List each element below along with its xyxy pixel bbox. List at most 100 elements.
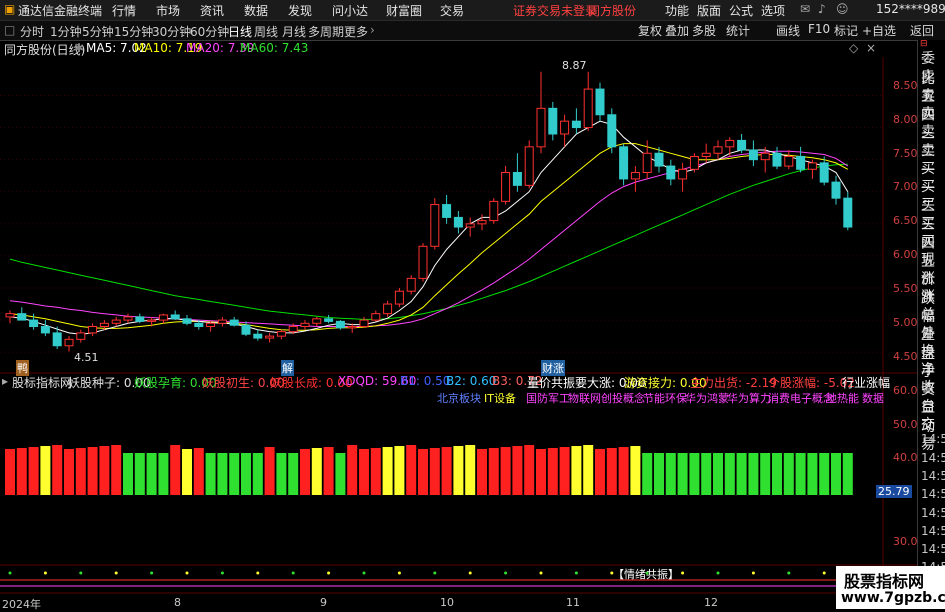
menu-xuanxiang[interactable]: 选项 <box>761 2 785 19</box>
diamond-icon[interactable]: ◇ <box>849 41 858 55</box>
concept-tag[interactable]: 创投概念 <box>601 390 645 406</box>
settings-icon[interactable]: ✱ <box>74 41 84 55</box>
multi-stock-button[interactable]: 多股 <box>690 22 718 39</box>
candle-up <box>807 162 817 170</box>
signal-bar <box>40 446 51 495</box>
quote-panel-label[interactable]: 14:56 <box>921 506 945 520</box>
overlay-button[interactable]: 叠加 <box>663 22 691 39</box>
signal-bar <box>134 453 145 495</box>
candle-down <box>182 318 192 324</box>
ind-item-dump: 主力出货: -2.19 <box>690 376 777 390</box>
tab-5min[interactable]: 5分钟 <box>82 23 114 40</box>
quote-panel-label[interactable]: 14:56 <box>921 487 945 501</box>
tab-fenshi[interactable]: 分时 <box>20 23 44 40</box>
ind-item-b2: B2: 0.60 <box>446 374 497 388</box>
menu-gongneng[interactable]: 功能 <box>665 2 689 19</box>
indicator-menu-icon[interactable]: ▸ <box>2 374 8 388</box>
signal-bar <box>158 453 169 495</box>
stats-button[interactable]: 统计 <box>724 22 752 39</box>
chevron-right-icon[interactable]: › <box>370 23 375 37</box>
candle-down <box>737 139 747 151</box>
candle-up <box>158 314 168 321</box>
tab-monthly[interactable]: 月线 <box>282 23 306 40</box>
concept-tag[interactable]: 消费电子概念 <box>768 390 834 406</box>
menu-wenxiaoda[interactable]: 问小达 <box>332 2 368 19</box>
back-button[interactable]: 返回 <box>908 22 936 39</box>
user-account[interactable]: 152****9892 <box>876 2 945 16</box>
candle-up <box>123 316 133 321</box>
add-watchlist-button[interactable]: +自选 <box>860 22 898 39</box>
candle-up <box>725 139 735 148</box>
candle-down <box>29 319 39 328</box>
signal-bar <box>170 445 181 495</box>
emotion-dot <box>114 571 118 575</box>
signal-bar <box>547 448 558 495</box>
quote-panel-label[interactable]: 14:56 <box>921 451 945 465</box>
bell-icon[interactable]: ♪ <box>818 2 826 16</box>
signal-bar <box>654 453 664 495</box>
ma60-value: MA60: 7.43 <box>240 41 309 55</box>
signal-bar <box>795 453 806 495</box>
signal-bar <box>252 453 263 495</box>
menu-gongshi[interactable]: 公式 <box>729 2 753 19</box>
quote-panel-label[interactable]: 14:56 <box>921 524 945 538</box>
period-toolbar: □ 分时 1分钟 5分钟 15分钟 30分钟 60分钟 日线 周线 月线 多周期… <box>0 21 945 41</box>
quote-panel-label[interactable]: 14:56 <box>921 469 945 483</box>
candle-down <box>453 216 463 228</box>
concept-tag[interactable]: 地热能 <box>826 390 859 406</box>
tab-more[interactable]: 更多 <box>344 23 368 40</box>
draw-line-button[interactable]: 画线 <box>774 22 802 39</box>
emotion-dot <box>150 571 154 575</box>
candle-down <box>52 332 62 347</box>
watermark-title: 股票指标网 <box>844 572 925 591</box>
quote-panel-label[interactable]: 14:56 <box>921 432 945 446</box>
kline-chart[interactable] <box>0 40 917 609</box>
concept-tag[interactable]: 物联网 <box>568 390 601 406</box>
concept-tag[interactable]: 华为算力 <box>727 390 771 406</box>
quote-panel-label[interactable]: 14:56 <box>921 542 945 556</box>
signal-bar <box>595 449 605 495</box>
tab-15min[interactable]: 15分钟 <box>114 23 153 40</box>
menu-jiaoyi[interactable]: 交易 <box>440 2 464 19</box>
tab-60min[interactable]: 60分钟 <box>190 23 229 40</box>
concept-tag[interactable]: 国防军工 <box>526 390 570 406</box>
menu-shuju[interactable]: 数据 <box>244 2 268 19</box>
emotion-dot <box>362 571 366 575</box>
candle-down <box>843 197 853 228</box>
emotion-dot <box>716 571 720 575</box>
indicator-header: ▸ 股标指标网 妖股种子: 0.00 妖股孕育: 0.00 妖股初生: 0.00… <box>0 374 890 391</box>
menu-caifuquan[interactable]: 财富圈 <box>386 2 422 19</box>
candle-up <box>477 220 487 225</box>
concept-tag[interactable]: 节能环保 <box>643 390 687 406</box>
login-notice[interactable]: 证券交易未登录 <box>513 2 597 19</box>
tab-multi-period[interactable]: 多周期 <box>308 23 344 40</box>
tab-weekly[interactable]: 周线 <box>254 23 278 40</box>
mail-icon[interactable]: ✉ <box>800 2 810 16</box>
tab-daily[interactable]: 日线 <box>228 23 252 40</box>
menu-zixun[interactable]: 资讯 <box>200 2 224 19</box>
menu-banmian[interactable]: 版面 <box>697 2 721 19</box>
menu-faxian[interactable]: 发现 <box>288 2 312 19</box>
tab-1min[interactable]: 1分钟 <box>50 23 82 40</box>
emotion-resonance-label: 【情绪共振】 <box>613 568 679 581</box>
candle-up <box>536 107 546 148</box>
menu-shichang[interactable]: 市场 <box>156 2 180 19</box>
emotion-dot <box>751 571 755 575</box>
concept-tag[interactable]: 北京板块 <box>437 390 481 406</box>
close-icon[interactable]: × <box>866 41 876 55</box>
expand-icon[interactable]: □ <box>4 23 15 37</box>
menu-hangqing[interactable]: 行情 <box>112 2 136 19</box>
f10-button[interactable]: F10 <box>806 22 832 36</box>
user-icon[interactable]: ☺ <box>836 2 849 16</box>
candle-up <box>418 245 428 279</box>
concept-tag[interactable]: 数据 <box>862 390 884 406</box>
indicator-name[interactable]: 股标指标网 <box>12 374 72 391</box>
price-tick: 7.00 <box>893 180 918 193</box>
signal-bar <box>182 449 192 495</box>
mark-button[interactable]: 标记 <box>832 22 860 39</box>
concept-tag[interactable]: IT设备 <box>484 390 516 406</box>
emotion-dot <box>504 571 508 575</box>
concept-tag[interactable]: 华为鸿蒙 <box>685 390 729 406</box>
restore-rights-button[interactable]: 复权 <box>636 22 664 39</box>
tab-30min[interactable]: 30分钟 <box>152 23 191 40</box>
